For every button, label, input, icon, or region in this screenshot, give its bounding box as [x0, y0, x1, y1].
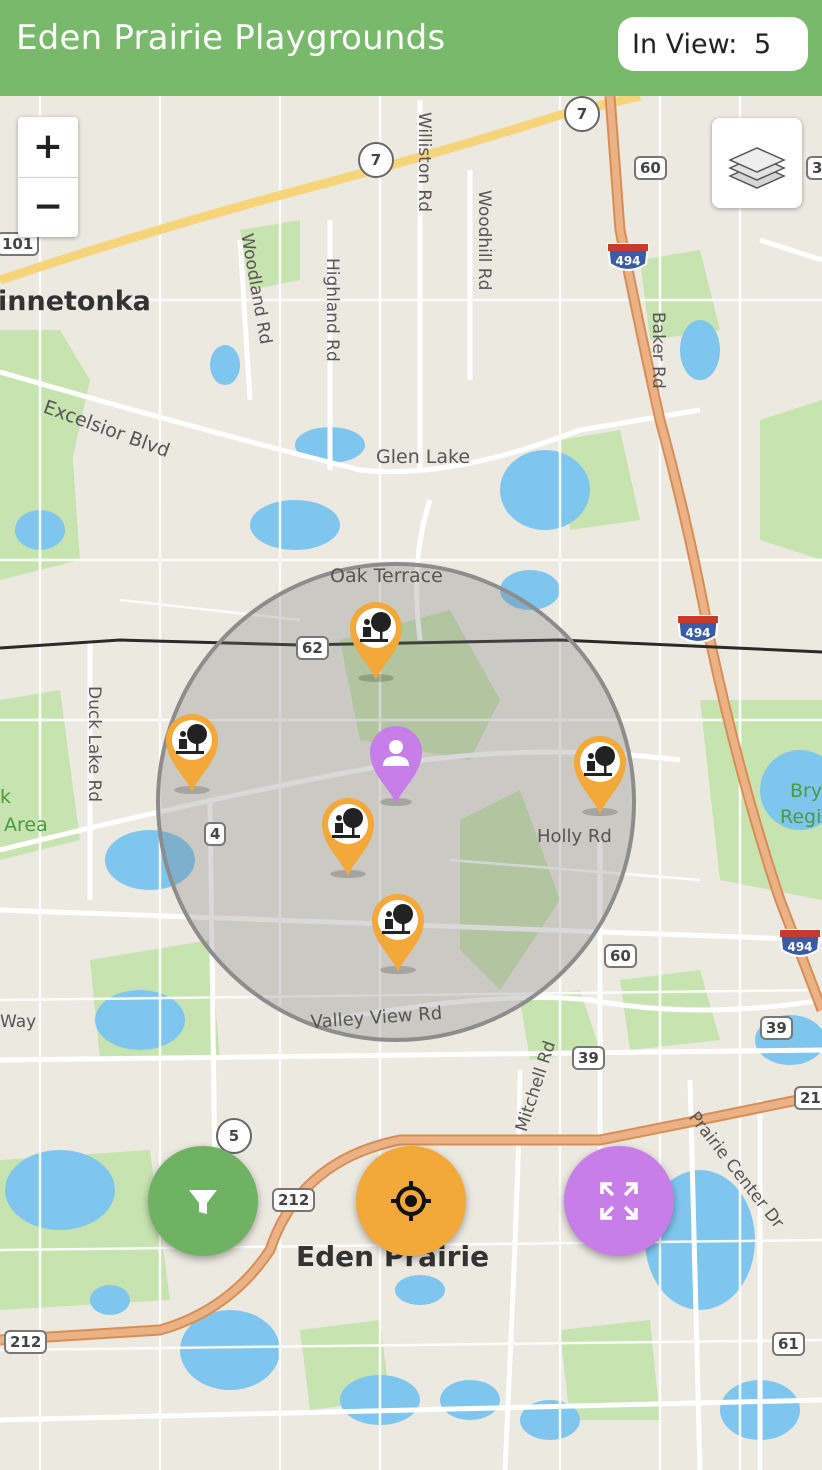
layers-button[interactable] [712, 118, 802, 208]
shield-route-39: 39 [572, 1046, 605, 1070]
in-view-count: 5 [754, 29, 772, 60]
label-minnetonka: innetonka [0, 286, 151, 317]
expand-icon [600, 1182, 638, 1220]
shield-route-212: 212 [272, 1188, 316, 1212]
fullscreen-button[interactable] [564, 1146, 674, 1256]
shield-route-62: 62 [296, 636, 329, 660]
map-canvas[interactable]: innetonka Eden Prairie Excelsior Blvd Gl… [0, 96, 822, 1470]
playground-marker[interactable] [346, 598, 406, 684]
shield-route-7: 7 [358, 142, 394, 178]
label-baker-rd: Baker Rd [648, 312, 668, 389]
shield-route-212: 212 [4, 1330, 48, 1354]
shield-route-60: 60 [634, 156, 667, 180]
shield-route-3: 3 [806, 156, 822, 180]
label-oak-terrace: Oak Terrace [330, 565, 443, 587]
label-way: Way [0, 1012, 37, 1032]
playground-marker[interactable] [368, 890, 428, 976]
label-woodhill-rd: Woodhill Rd [474, 190, 494, 291]
shield-route-39: 39 [760, 1016, 793, 1040]
shield-route-60: 60 [604, 944, 637, 968]
label-duck-lake-rd: Duck Lake Rd [84, 686, 104, 803]
app-header: Eden Prairie Playgrounds In View: 5 [0, 0, 822, 96]
label-glen-lake: Glen Lake [376, 446, 471, 468]
in-view-counter: In View: 5 [618, 17, 808, 71]
shield-route-4: 4 [204, 822, 227, 846]
label-williston-rd: Williston Rd [414, 112, 434, 213]
label-holly-rd: Holly Rd [537, 826, 612, 847]
shield-route-61: 61 [772, 1332, 805, 1356]
playground-marker[interactable] [162, 710, 222, 796]
playground-marker[interactable] [570, 732, 630, 818]
interstate-494-icon: 494 [606, 243, 650, 271]
in-view-label: In View: [632, 29, 738, 60]
interstate-494-label: 494 [685, 626, 710, 640]
layers-icon [728, 147, 786, 189]
filter-icon [189, 1190, 217, 1214]
interstate-494-label: 494 [615, 254, 640, 268]
user-location-marker[interactable] [366, 720, 426, 806]
interstate-494-label: 494 [787, 940, 812, 954]
label-park-area: Area [4, 814, 48, 836]
zoom-in-button[interactable]: + [18, 117, 78, 178]
interstate-494-icon: 494 [676, 615, 720, 643]
shield-route-21: 21 [794, 1086, 822, 1110]
interstate-494-icon: 494 [778, 929, 822, 957]
zoom-control: + − [18, 117, 78, 237]
playground-marker[interactable] [318, 794, 378, 880]
label-highland-rd: Highland Rd [322, 258, 342, 362]
label-bry: Bry [790, 780, 822, 802]
label-regi: Regi [780, 806, 822, 828]
zoom-out-button[interactable]: − [18, 177, 78, 237]
shield-route-7: 7 [564, 96, 600, 132]
label-park-k: k [0, 786, 12, 808]
locate-me-button[interactable] [356, 1146, 466, 1256]
filter-button[interactable] [148, 1146, 258, 1256]
app-title: Eden Prairie Playgrounds [16, 18, 446, 58]
crosshair-icon [391, 1181, 431, 1221]
